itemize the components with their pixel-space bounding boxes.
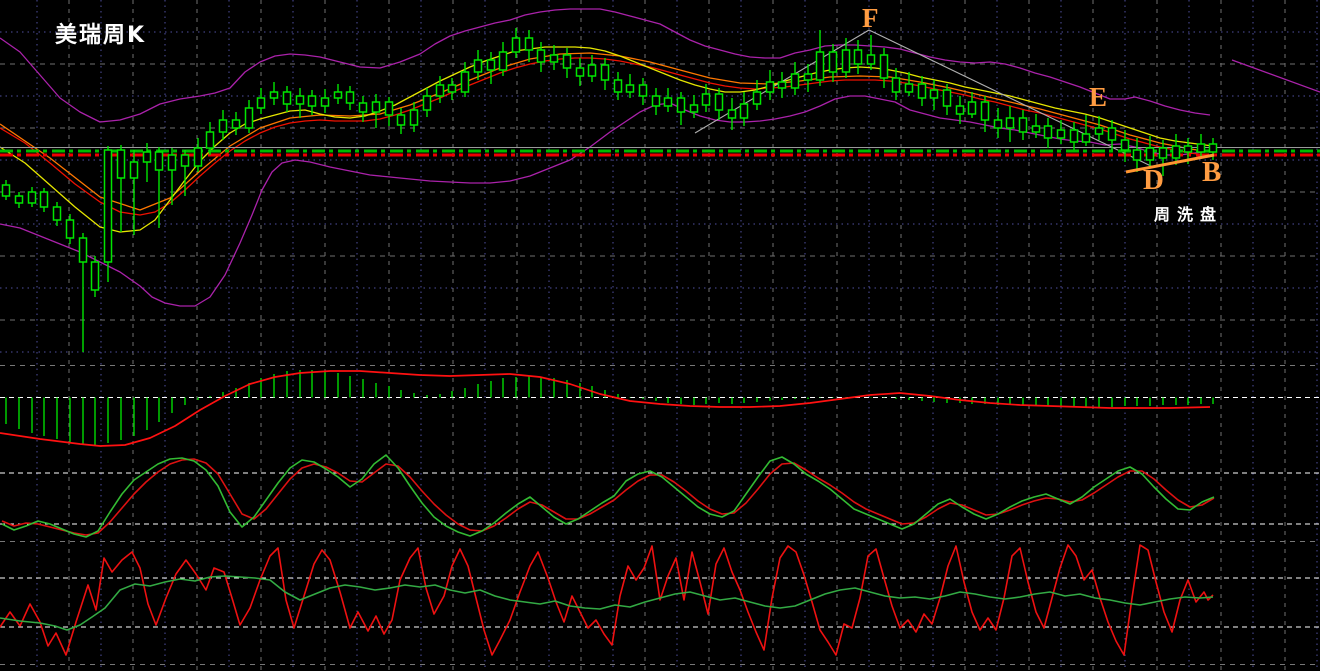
trading-chart-window: 美瑞周K F E D B 周洗盘 bbox=[0, 0, 1320, 671]
chart-canvas[interactable] bbox=[0, 0, 1320, 671]
